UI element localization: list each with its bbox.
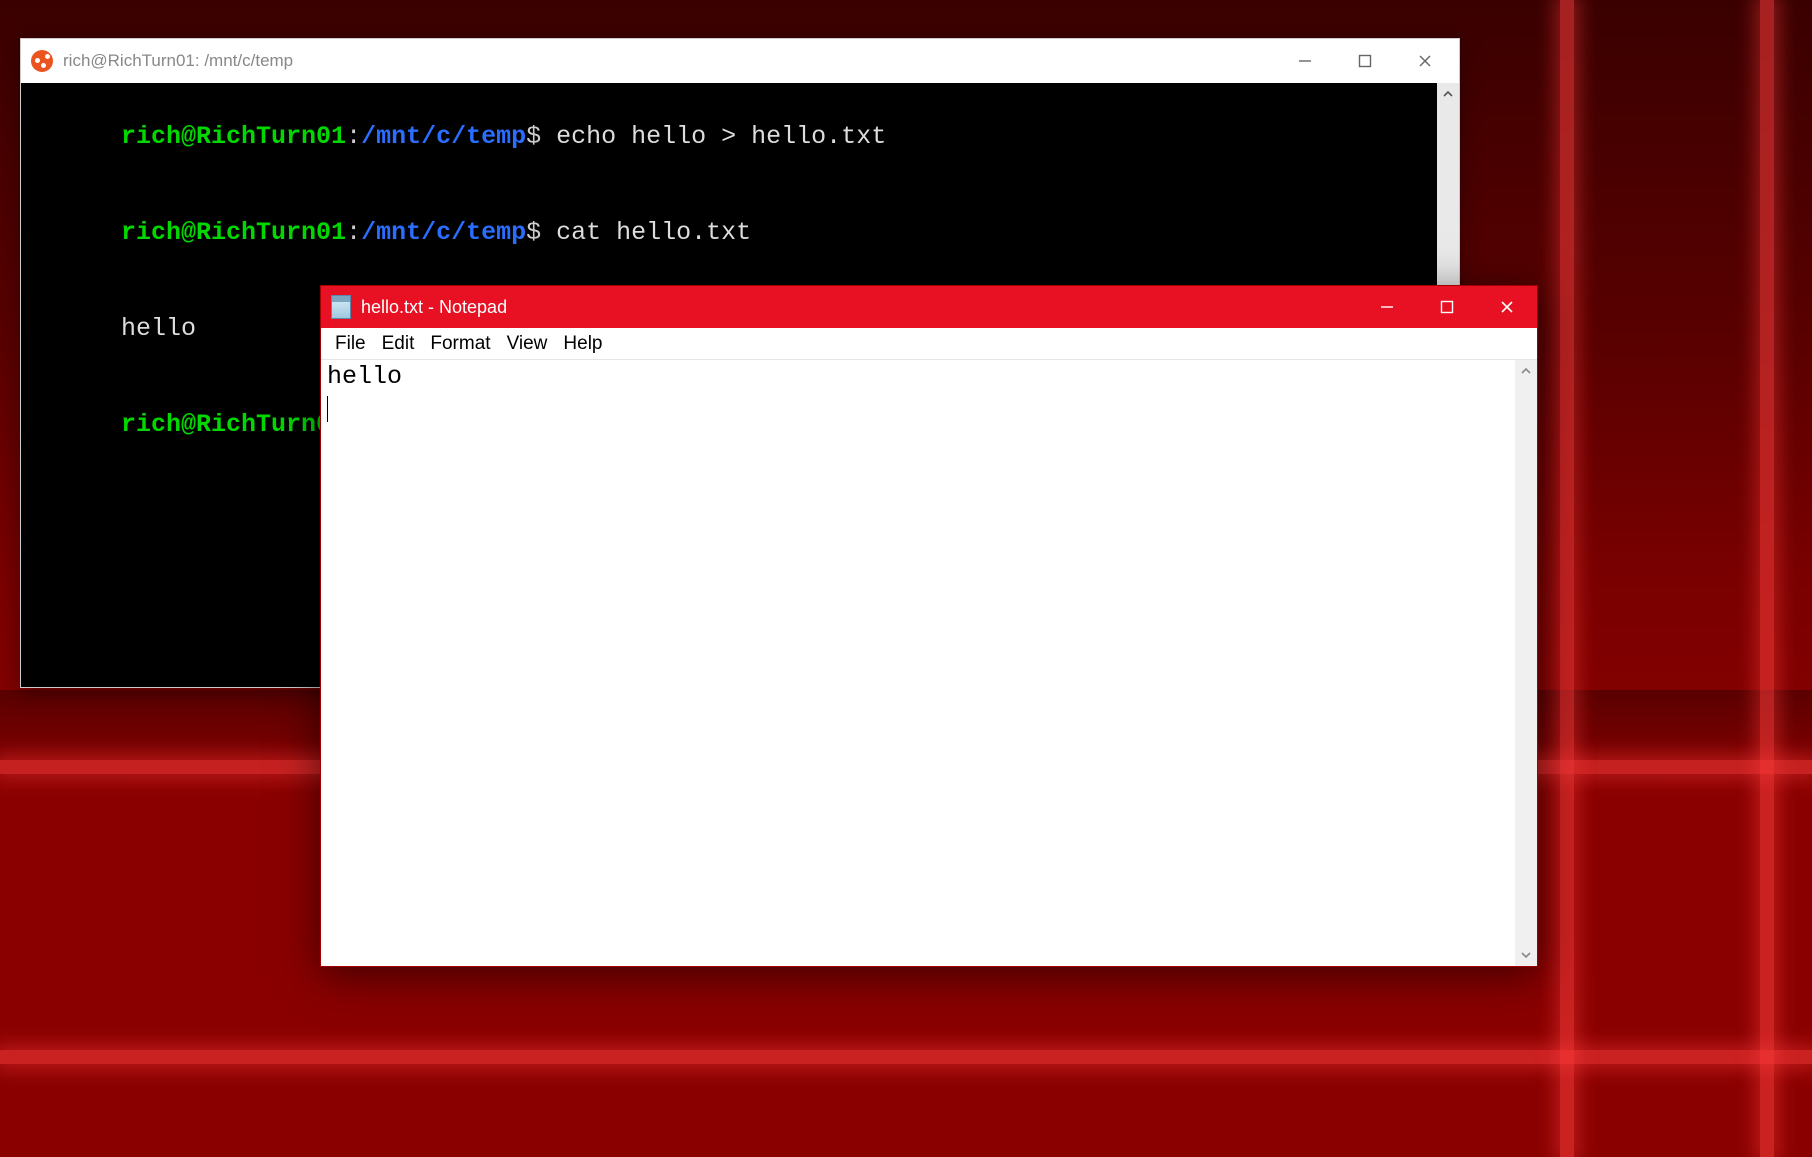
minimize-button[interactable] <box>1357 286 1417 328</box>
terminal-command: echo hello > hello.txt <box>556 122 886 151</box>
notepad-title: hello.txt - Notepad <box>361 297 507 318</box>
text-caret <box>327 396 328 422</box>
notepad-scrollbar[interactable] <box>1515 360 1537 966</box>
minimize-button[interactable] <box>1275 41 1335 81</box>
terminal-title: rich@RichTurn01: /mnt/c/temp <box>63 51 293 71</box>
maximize-button[interactable] <box>1417 286 1477 328</box>
ubuntu-icon <box>31 50 53 72</box>
notepad-content: hello <box>327 362 402 391</box>
scroll-down-icon[interactable] <box>1515 944 1537 966</box>
menu-format[interactable]: Format <box>424 331 496 357</box>
menu-help[interactable]: Help <box>557 331 608 357</box>
notepad-editor[interactable]: hello <box>321 360 1515 966</box>
terminal-titlebar[interactable]: rich@RichTurn01: /mnt/c/temp <box>21 39 1459 83</box>
terminal-output: hello <box>121 314 196 343</box>
menu-file[interactable]: File <box>329 331 372 357</box>
prompt-user: rich@RichTurn01 <box>121 122 346 151</box>
notepad-menubar: File Edit Format View Help <box>321 328 1537 360</box>
scroll-up-icon[interactable] <box>1437 83 1459 105</box>
menu-view[interactable]: View <box>501 331 554 357</box>
terminal-command: cat hello.txt <box>556 218 751 247</box>
notepad-window[interactable]: hello.txt - Notepad File Edit Format Vie… <box>320 285 1538 967</box>
close-button[interactable] <box>1477 286 1537 328</box>
notepad-icon <box>331 295 351 319</box>
scroll-up-icon[interactable] <box>1515 360 1537 382</box>
maximize-button[interactable] <box>1335 41 1395 81</box>
terminal-line: rich@RichTurn01:/mnt/c/temp$ echo hello … <box>31 89 1459 185</box>
menu-edit[interactable]: Edit <box>376 331 421 357</box>
notepad-titlebar[interactable]: hello.txt - Notepad <box>321 286 1537 328</box>
terminal-line: rich@RichTurn01:/mnt/c/temp$ cat hello.t… <box>31 185 1459 281</box>
close-button[interactable] <box>1395 41 1455 81</box>
prompt-path: /mnt/c/temp <box>361 122 526 151</box>
prompt-dollar: $ <box>526 122 541 151</box>
